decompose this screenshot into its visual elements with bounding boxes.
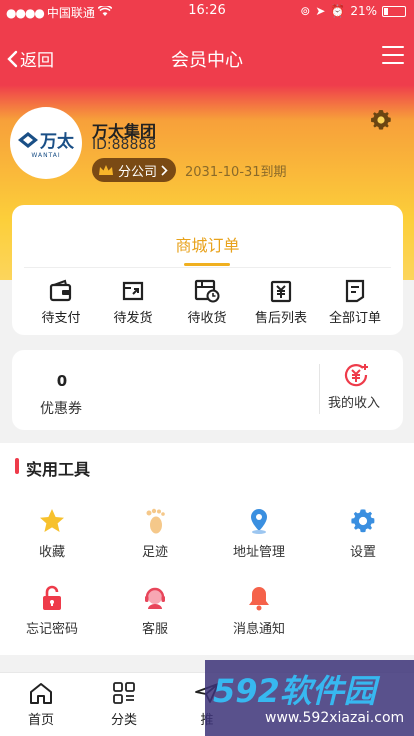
branch-badge[interactable]: 分公司: [92, 158, 177, 182]
logo-subtext: WANTAI: [31, 152, 61, 159]
tool-favorites[interactable]: 收藏: [2, 507, 102, 560]
watermark-brand: 592软件园: [213, 672, 376, 710]
tool-label: 收藏: [38, 545, 65, 560]
hamburger-icon: [382, 46, 404, 48]
wantai-logo-icon: [18, 131, 38, 148]
expire-date: 2031-10-31到期: [185, 165, 287, 180]
badge-label: 分公司: [118, 164, 158, 180]
tool-label: 设置: [349, 545, 376, 560]
menu-button[interactable]: [382, 46, 404, 66]
tool-customer-service[interactable]: 客服: [105, 584, 205, 637]
tool-footprints[interactable]: 足迹: [105, 507, 205, 560]
section-accent-bar: [15, 458, 19, 474]
tools-section: 实用工具 收藏 足迹 地址管理 设置 忘记密码 客服 消息通知: [0, 443, 414, 655]
status-bar: ●●●● 中国联通 16:26 ⊚ ➤ ⏰ 21%: [0, 0, 414, 22]
watermark-overlay: 592软件园 www.592xiazai.com: [205, 660, 414, 736]
home-icon: [30, 683, 52, 704]
mall-orders-card: 商城订单 待支付 待发货 待收货 售后列表 全部订单: [12, 205, 403, 335]
footprint-icon: [146, 508, 165, 534]
order-label: 全部订单: [328, 311, 381, 326]
tab-category[interactable]: 分类: [89, 681, 159, 728]
after-sale-icon: [270, 280, 292, 303]
star-icon: [40, 509, 64, 532]
orders-tab-indicator: [184, 263, 230, 266]
tab-label: 分类: [110, 713, 137, 728]
lock-icon: [43, 585, 61, 610]
tab-label: 首页: [27, 713, 54, 728]
customer-service-icon: [145, 587, 165, 609]
my-income-label[interactable]: 我的收入: [328, 392, 380, 411]
tool-settings[interactable]: 设置: [313, 507, 413, 560]
order-label: 售后列表: [254, 311, 307, 326]
coupon-label[interactable]: 优惠券: [40, 398, 82, 418]
receive-icon: [194, 279, 220, 303]
category-icon: [113, 682, 135, 704]
orientation-lock-icon: ⊚: [300, 4, 311, 18]
logo-text: 万太: [40, 132, 74, 152]
divider: [24, 267, 391, 268]
settings-gear-icon[interactable]: [369, 108, 393, 132]
page-title: 会员中心: [171, 50, 243, 71]
tool-forgot-password[interactable]: 忘记密码: [2, 584, 102, 637]
alarm-icon: ⏰: [330, 4, 346, 18]
order-label: 待发货: [113, 311, 153, 326]
company-avatar[interactable]: 万太 WANTAI: [10, 107, 82, 179]
order-all[interactable]: 全部订单: [318, 279, 392, 326]
order-pending-receipt[interactable]: 待收货: [170, 279, 244, 326]
order-after-sales[interactable]: 售后列表: [244, 279, 318, 326]
order-list-icon: [345, 279, 365, 303]
location-arrow-icon: ➤: [315, 4, 326, 18]
tab-home[interactable]: 首页: [6, 681, 76, 728]
income-icon[interactable]: [343, 362, 369, 388]
tool-message-notifications[interactable]: 消息通知: [209, 584, 309, 637]
battery-percent: 21%: [350, 4, 377, 18]
tool-label: 忘记密码: [25, 622, 78, 637]
navigation-bar: 返回 会员中心: [0, 36, 414, 80]
order-pending-payment[interactable]: 待支付: [24, 279, 98, 326]
orders-tab-title[interactable]: 商城订单: [12, 232, 403, 256]
tool-label: 足迹: [141, 545, 168, 560]
divider: [319, 364, 320, 414]
settings-icon: [351, 509, 375, 533]
crown-icon: [99, 164, 113, 175]
bell-icon: [249, 587, 269, 611]
order-pending-shipment[interactable]: 待发货: [96, 279, 170, 326]
member-id: ID:88888: [92, 137, 157, 153]
order-label: 待支付: [41, 311, 81, 326]
chevron-right-icon: [161, 164, 168, 176]
location-icon: [251, 509, 267, 534]
package-out-icon: [122, 281, 144, 301]
tool-label: 地址管理: [232, 545, 285, 560]
wallet-icon: [49, 279, 72, 302]
tool-address-management[interactable]: 地址管理: [209, 507, 309, 560]
coupon-count[interactable]: 0: [52, 372, 72, 390]
assets-card: 0 优惠券 我的收入: [12, 350, 403, 430]
tools-title: 实用工具: [26, 460, 91, 479]
tool-label: 客服: [141, 622, 168, 637]
watermark-url: www.592xiazai.com: [265, 710, 405, 726]
battery-icon: [382, 5, 406, 17]
order-label: 待收货: [187, 311, 227, 326]
tool-label: 消息通知: [232, 622, 285, 637]
